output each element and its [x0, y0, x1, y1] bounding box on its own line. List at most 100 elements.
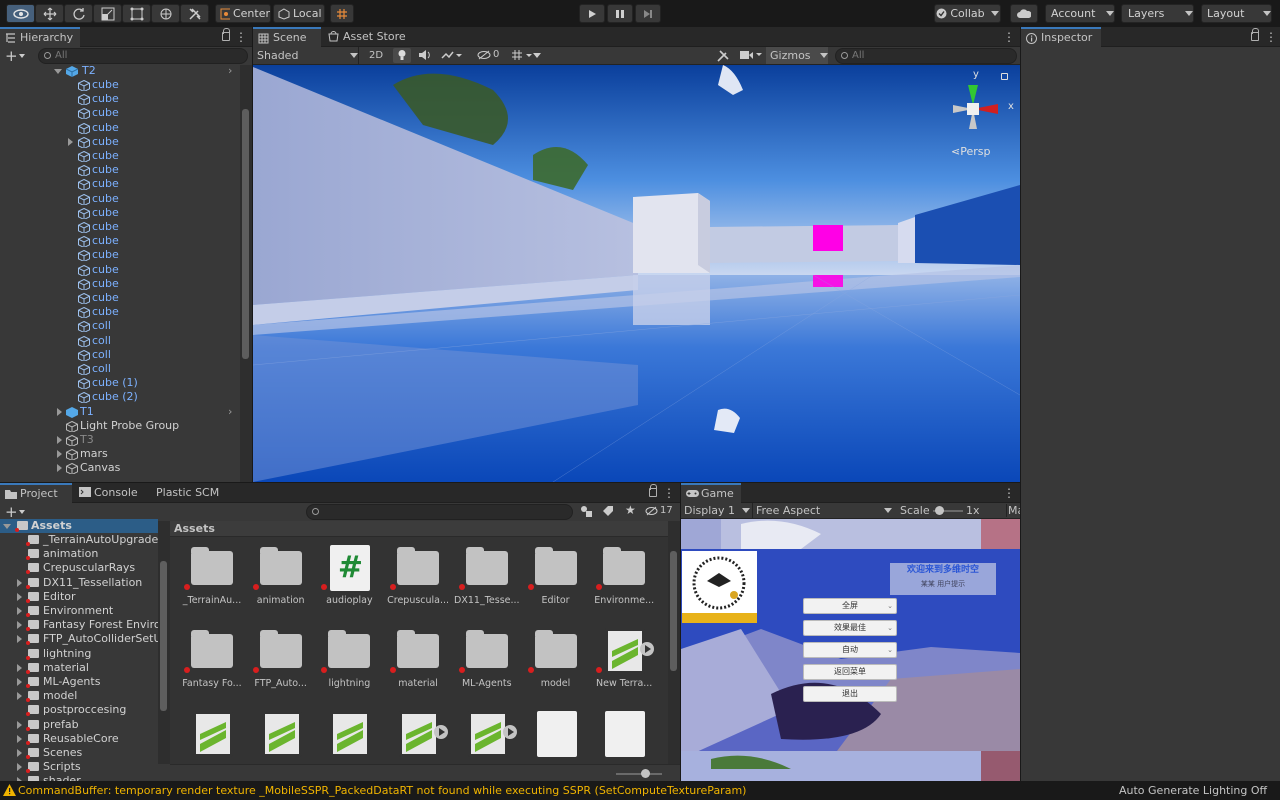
gizmo-lock-icon[interactable] [1001, 73, 1008, 80]
game-menu-button[interactable]: 全屏 ⌄ [803, 598, 897, 614]
folder-item[interactable]: Scripts [0, 760, 158, 774]
folder-item[interactable]: shader [0, 774, 158, 781]
game-menu-button[interactable]: 返回菜单 [803, 664, 897, 680]
shading-mode-dropdown[interactable]: Shaded [253, 47, 359, 64]
transform-tool-button[interactable] [151, 4, 180, 23]
audio-toggle-button[interactable] [418, 49, 432, 64]
folder-assets[interactable]: Assets [0, 519, 158, 533]
tree-item[interactable]: cube [78, 206, 228, 220]
asset-item[interactable] [247, 709, 315, 764]
icon-size-slider[interactable] [616, 773, 662, 775]
project-create-plus-icon[interactable]: + [5, 504, 18, 520]
custom-tool-button[interactable] [180, 4, 209, 23]
layers-dropdown[interactable]: Layers [1121, 4, 1194, 23]
asset-item[interactable]: DX11_Tesse... [453, 543, 521, 623]
project-search-input[interactable] [306, 504, 573, 520]
tree-item[interactable]: cube [68, 135, 228, 149]
tab-project[interactable]: Project [0, 483, 72, 503]
asset-item[interactable]: animation [247, 543, 315, 623]
inspector-lock-icon[interactable] [1251, 28, 1259, 41]
auto-lighting-status[interactable]: Auto Generate Lighting Off [1119, 781, 1267, 800]
pivot-center-button[interactable]: Center [215, 4, 271, 23]
asset-item[interactable]: Crepuscula... [384, 543, 452, 623]
tab-asset-store[interactable]: Asset Store [323, 27, 413, 47]
asset-item[interactable]: FTP_Auto... [247, 626, 315, 706]
folder-item[interactable]: _TerrainAutoUpgrade [0, 533, 158, 547]
asset-item[interactable]: Environme... [590, 543, 658, 623]
account-dropdown[interactable]: Account [1045, 4, 1115, 23]
tab-hierarchy[interactable]: Hierarchy [0, 27, 80, 47]
collapse-arrow-icon[interactable] [57, 464, 62, 473]
scene-orientation-gizmo[interactable]: y x ⋖Persp [943, 69, 1014, 159]
maximize-toggle[interactable]: Ma [1006, 504, 1020, 517]
collapse-arrow-icon[interactable] [17, 763, 22, 772]
collapse-arrow-icon[interactable] [57, 436, 62, 444]
tree-item[interactable]: Light Probe Group [66, 419, 236, 433]
folder-item[interactable]: postproccesing [0, 703, 158, 717]
move-tool-button[interactable] [35, 4, 64, 23]
expand-arrow-icon[interactable] [3, 524, 11, 529]
aspect-dropdown[interactable]: Free Aspect [752, 503, 892, 518]
folder-item[interactable]: Scenes [0, 746, 158, 760]
collapse-arrow-icon[interactable] [17, 635, 22, 644]
camera-settings-button[interactable] [740, 50, 764, 64]
folder-item[interactable]: animation [0, 547, 158, 561]
tab-inspector[interactable]: Inspector [1021, 27, 1101, 47]
more-options-icon[interactable]: ⋮ [235, 30, 247, 44]
tree-item[interactable]: T1 › [57, 405, 236, 419]
tab-game[interactable]: Game [681, 483, 741, 503]
collapse-arrow-icon[interactable] [57, 407, 62, 416]
folder-item[interactable]: model [0, 689, 158, 703]
display-dropdown[interactable]: Display 1 [681, 503, 750, 518]
game-menu-button[interactable]: 自动 ⌄ [803, 642, 897, 658]
tree-item[interactable]: cube [78, 106, 228, 120]
scene-search-input[interactable]: All [835, 48, 1017, 64]
collapse-arrow-icon[interactable] [17, 592, 22, 601]
scale-tool-button[interactable] [93, 4, 122, 23]
gizmos-dropdown[interactable]: Gizmos [766, 47, 828, 64]
asset-breadcrumb[interactable]: Assets [170, 521, 670, 537]
persp-label[interactable]: ⋖Persp [951, 145, 990, 158]
folder-item[interactable]: material [0, 661, 158, 675]
asset-item[interactable]: material [384, 626, 452, 706]
project-lock-icon[interactable] [649, 484, 657, 497]
tree-item[interactable]: cube [78, 149, 228, 163]
game-more-icon[interactable]: ⋮ [1003, 486, 1015, 500]
game-menu-button[interactable]: 效果最佳 ⌄ [803, 620, 897, 636]
tree-item[interactable]: Canvas [57, 461, 236, 475]
scene-tools-button[interactable] [716, 49, 730, 66]
tree-item[interactable]: cube [78, 277, 228, 291]
tree-item[interactable]: cube [78, 220, 228, 234]
asset-item[interactable] [384, 709, 452, 764]
tree-item[interactable]: cube [78, 192, 228, 206]
folder-item[interactable]: ReusableCore [0, 732, 158, 746]
folder-item[interactable]: CrepuscularRays [0, 561, 158, 575]
filter-by-label-button[interactable] [602, 505, 614, 520]
project-create-dropdown-icon[interactable] [19, 510, 25, 514]
grid-snap-button[interactable] [330, 4, 354, 23]
view-tool-button[interactable] [6, 4, 35, 23]
folder-item[interactable]: DX11_Tessellation [0, 576, 158, 590]
asset-item[interactable]: lightning [315, 626, 383, 706]
play-preview-icon[interactable] [434, 725, 449, 739]
cloud-button[interactable] [1010, 4, 1038, 23]
folder-item[interactable]: Environment [0, 604, 158, 618]
tree-item[interactable]: cube (2) [78, 390, 228, 404]
favorites-star-icon[interactable]: ★ [625, 503, 636, 517]
tree-item[interactable]: cube [78, 92, 228, 106]
expand-arrow-icon[interactable] [54, 69, 62, 74]
tree-item[interactable]: cube [78, 234, 228, 248]
scene-more-icon[interactable]: ⋮ [1003, 30, 1015, 44]
asset-item[interactable]: model [522, 626, 590, 706]
create-dropdown-icon[interactable] [19, 54, 25, 58]
asset-item[interactable]: New Terra... [590, 626, 658, 706]
tree-item[interactable]: cube [78, 291, 228, 305]
folder-item[interactable]: Editor [0, 590, 158, 604]
grid-visibility-toggle[interactable] [511, 49, 533, 64]
tab-plastic-scm[interactable]: Plastic SCM [136, 483, 226, 503]
scene-viewport[interactable] [253, 65, 1020, 482]
chevron-right-icon[interactable]: › [228, 405, 232, 419]
asset-item[interactable]: ML-Agents [453, 626, 521, 706]
asset-item[interactable] [590, 709, 658, 764]
collapse-arrow-icon[interactable] [17, 578, 22, 587]
